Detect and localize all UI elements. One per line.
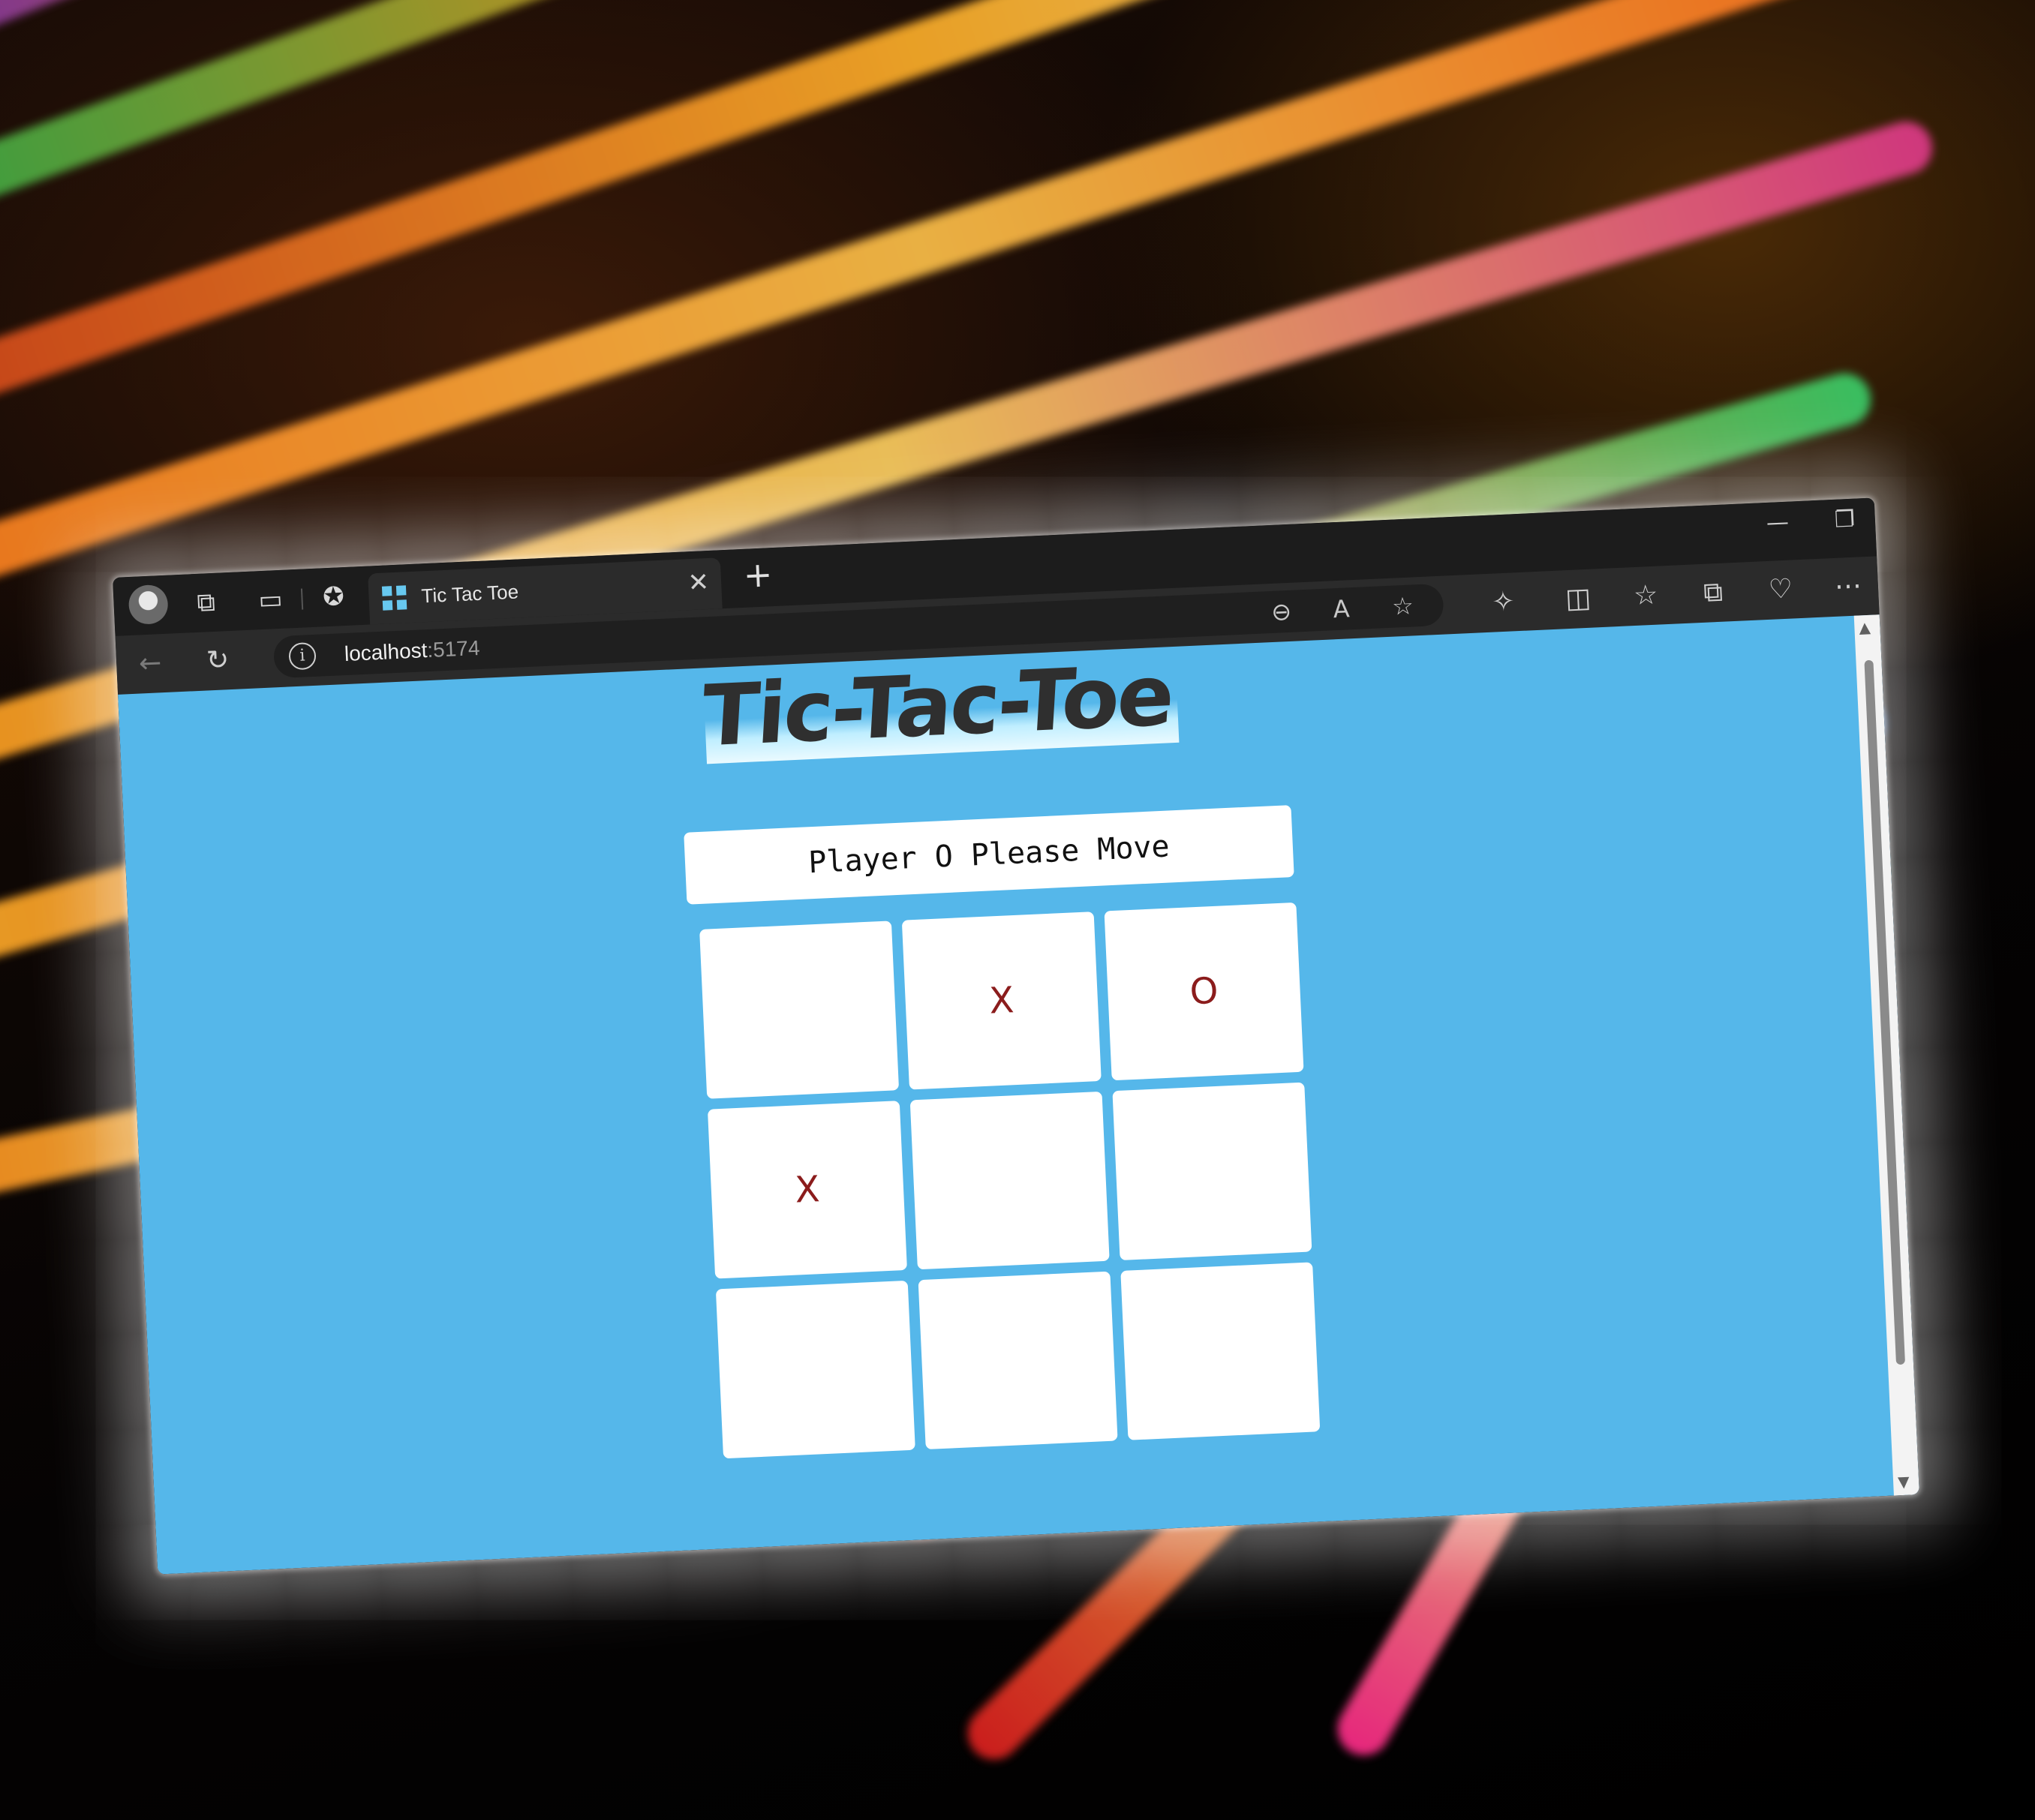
collections-icon[interactable]: ⧉ [1694,573,1733,612]
split-screen-icon[interactable]: ◫ [1559,579,1598,618]
tab-actions-icon[interactable]: ▭ [253,581,289,617]
status-banner: Player O Please Move [684,805,1294,905]
board-cell[interactable] [1120,1262,1321,1440]
app-icon[interactable]: ✪ [315,579,351,615]
board-cell[interactable] [715,1280,915,1459]
refresh-icon[interactable]: ↻ [198,641,237,680]
minimize-icon[interactable]: — [1766,509,1790,536]
address-host: localhost [344,638,428,666]
star-icon[interactable]: ☆ [1384,587,1421,625]
new-tab-icon[interactable]: + [742,554,773,596]
restore-icon[interactable]: ❐ [1834,506,1855,533]
tab-favicon-icon [381,585,407,611]
workspaces-icon[interactable]: ⧉ [188,584,224,620]
game-board: X O X [699,902,1321,1459]
favorites-list-icon[interactable]: ☆ [1626,576,1665,615]
read-aloud-icon[interactable]: A [1323,590,1360,628]
extensions-icon[interactable]: ✧ [1483,583,1522,622]
board-cell[interactable] [909,1091,1110,1270]
board-cell[interactable] [699,921,900,1099]
address-text: localhost:5174 [344,636,480,666]
browser-window: ⧉ ▭ ✪ Tic Tac Toe ✕ + — ❐ ← ↻ i localhos… [113,497,1919,1575]
zoom-out-icon[interactable]: ⊖ [1263,593,1300,630]
board-cell[interactable]: X [901,912,1102,1090]
close-tab-icon[interactable]: ✕ [687,567,710,598]
back-icon[interactable]: ← [131,644,170,683]
heartbeat-icon[interactable]: ♡ [1761,570,1800,609]
board-cell[interactable] [918,1271,1118,1450]
divider [300,588,304,610]
board-cell[interactable]: O [1104,902,1304,1081]
status-text: Player O Please Move [807,829,1171,881]
tab-title: Tic Tac Toe [420,580,519,608]
profile-avatar[interactable] [128,584,169,626]
page-viewport: Tic-Tac-Toe Player O Please Move X O X ▲… [118,614,1919,1575]
board-cell[interactable] [1112,1082,1312,1261]
address-port: :5174 [426,635,481,662]
more-icon[interactable]: ⋯ [1829,567,1868,606]
scroll-up-icon[interactable]: ▲ [1859,618,1871,637]
title-area: Tic-Tac-Toe [696,647,1180,781]
board-cell[interactable]: X [707,1101,907,1279]
scroll-down-icon[interactable]: ▼ [1898,1473,1910,1491]
site-info-icon[interactable]: i [288,641,317,671]
